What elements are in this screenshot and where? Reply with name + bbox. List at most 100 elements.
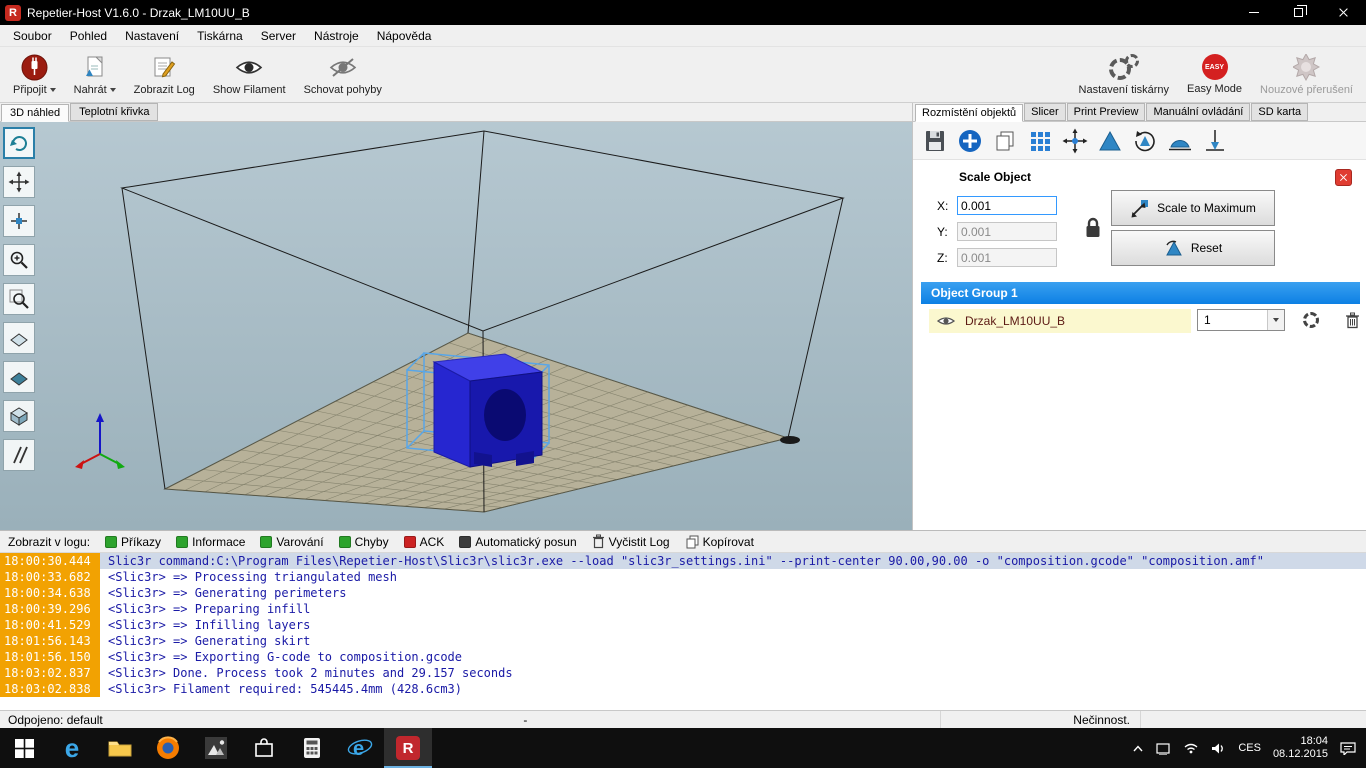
connect-dropdown-icon[interactable] — [50, 88, 56, 92]
selected-object-cell[interactable]: Drzak_LM10UU_B — [929, 309, 1191, 333]
tab-sd-card[interactable]: SD karta — [1251, 103, 1308, 121]
scale-panel-close-button[interactable] — [1335, 169, 1352, 186]
menu-server[interactable]: Server — [252, 25, 305, 46]
log-row[interactable]: 18:00:33.682<Slic3r> => Processing trian… — [0, 569, 1366, 585]
tab-object-placement[interactable]: Rozmístění objektů — [915, 104, 1023, 122]
view-iso-button[interactable] — [3, 361, 35, 393]
zoom-in-button[interactable] — [3, 244, 35, 276]
menu-nastaveni[interactable]: Nastavení — [116, 25, 188, 46]
volume-icon[interactable] — [1211, 742, 1226, 755]
log-row[interactable]: 18:01:56.150<Slic3r> => Exporting G-code… — [0, 649, 1366, 665]
view-front-button[interactable] — [3, 400, 35, 432]
minimize-button[interactable] — [1231, 0, 1276, 25]
filter-ack[interactable]: ACK — [404, 535, 445, 549]
parallel-projection-button[interactable] — [3, 439, 35, 471]
visibility-eye-icon[interactable] — [937, 315, 955, 327]
clock-date: 08.12.2015 — [1273, 748, 1328, 760]
action-center-icon[interactable] — [1340, 741, 1356, 755]
clear-log-button[interactable]: Vyčistit Log — [592, 534, 670, 549]
easy-mode-button[interactable]: EASY Easy Mode — [1178, 47, 1251, 102]
hide-moves-button[interactable]: Schovat pohyby — [295, 47, 391, 102]
taskbar-clock[interactable]: 18:04 08.12.2015 — [1273, 735, 1328, 761]
printer-settings-button[interactable]: Nastavení tiskárny — [1070, 47, 1178, 102]
emergency-stop-button[interactable]: Nouzové přerušení — [1251, 47, 1362, 102]
log-row[interactable]: 18:03:02.837<Slic3r> Done. Process took … — [0, 665, 1366, 681]
lock-aspect-button[interactable] — [1083, 216, 1103, 245]
reset-scale-button[interactable]: Reset — [1111, 230, 1275, 266]
internet-explorer-taskbar-button[interactable]: e — [336, 728, 384, 768]
show-log-button[interactable]: Zobrazit Log — [125, 47, 204, 102]
filter-autoscroll[interactable]: Automatický posun — [459, 535, 576, 549]
tab-manual-control[interactable]: Manuální ovládání — [1146, 103, 1250, 121]
rotate-view-button[interactable] — [3, 127, 35, 159]
tab-temperature-curve[interactable]: Teplotní křivka — [70, 103, 158, 121]
measure-button[interactable] — [1200, 126, 1230, 156]
menu-tiskarna[interactable]: Tiskárna — [188, 25, 252, 46]
add-object-button[interactable] — [955, 126, 985, 156]
calculator-taskbar-button[interactable] — [288, 728, 336, 768]
lay-flat-button[interactable] — [1165, 126, 1195, 156]
object-list-row[interactable]: Drzak_LM10UU_B 1 — [921, 308, 1360, 334]
view-top-button[interactable] — [3, 322, 35, 354]
scale-to-maximum-button[interactable]: Scale to Maximum — [1111, 190, 1275, 226]
filter-warnings[interactable]: Varování — [260, 535, 323, 549]
tab-print-preview[interactable]: Print Preview — [1067, 103, 1146, 121]
start-button[interactable] — [0, 728, 48, 768]
move-object-button[interactable] — [3, 205, 35, 237]
3d-viewport[interactable] — [0, 122, 912, 530]
show-filament-button[interactable]: Show Filament — [204, 47, 295, 102]
file-explorer-taskbar-button[interactable] — [96, 728, 144, 768]
save-button[interactable] — [920, 126, 950, 156]
object-group-header[interactable]: Object Group 1 — [921, 282, 1360, 304]
center-object-button[interactable] — [1060, 126, 1090, 156]
log-row[interactable]: 18:00:30.444Slic3r command:C:\Program Fi… — [0, 553, 1366, 569]
hidden-icons-chevron-icon[interactable] — [1132, 744, 1144, 753]
copy-objects-button[interactable] — [990, 126, 1020, 156]
filter-errors[interactable]: Chyby — [339, 535, 389, 549]
load-dropdown-icon[interactable] — [110, 88, 116, 92]
firefox-taskbar-button[interactable] — [144, 728, 192, 768]
edge-taskbar-button[interactable]: e — [48, 728, 96, 768]
move-view-button[interactable] — [3, 166, 35, 198]
menu-napoveda[interactable]: Nápověda — [368, 25, 441, 46]
scale-y-input[interactable] — [957, 222, 1057, 241]
autoposition-button[interactable] — [1025, 126, 1055, 156]
log-row[interactable]: 18:00:41.529<Slic3r> => Infilling layers — [0, 617, 1366, 633]
language-indicator[interactable]: CES — [1238, 742, 1261, 754]
network-icon[interactable] — [1183, 742, 1199, 754]
object-placement-panel: Scale Object X: Y: Z: — [913, 160, 1366, 529]
close-button[interactable] — [1321, 0, 1366, 25]
filter-commands[interactable]: Příkazy — [105, 535, 161, 549]
menu-pohled[interactable]: Pohled — [61, 25, 116, 46]
firefox-icon — [156, 736, 180, 760]
log-row[interactable]: 18:03:02.838<Slic3r> Filament required: … — [0, 681, 1366, 697]
scale-z-input[interactable] — [957, 248, 1057, 267]
copy-log-button[interactable]: Kopírovat — [685, 534, 754, 549]
log-row[interactable]: 18:00:39.296<Slic3r> => Preparing infill — [0, 601, 1366, 617]
scale-object-button[interactable] — [1095, 126, 1125, 156]
store-taskbar-button[interactable] — [240, 728, 288, 768]
connect-button[interactable]: Připojit — [4, 47, 65, 102]
object-settings-button[interactable] — [1303, 312, 1319, 328]
load-button[interactable]: Nahrát — [65, 47, 125, 102]
window-controls — [1231, 0, 1366, 25]
tab-3d-preview[interactable]: 3D náhled — [1, 104, 69, 122]
log-row[interactable]: 18:00:34.638<Slic3r> => Generating perim… — [0, 585, 1366, 601]
dropdown-chevron-icon[interactable] — [1267, 310, 1284, 330]
scale-z-row: Z: — [937, 248, 1057, 267]
zoom-fit-button[interactable] — [3, 283, 35, 315]
menu-soubor[interactable]: Soubor — [4, 25, 61, 46]
log-row[interactable]: 18:01:56.143<Slic3r> => Generating skirt — [0, 633, 1366, 649]
model-drzak[interactable] — [434, 354, 542, 467]
menu-nastroje[interactable]: Nástroje — [305, 25, 368, 46]
system-tray-icon[interactable] — [1156, 742, 1171, 755]
scale-x-input[interactable] — [957, 196, 1057, 215]
tab-slicer[interactable]: Slicer — [1024, 103, 1066, 121]
copies-dropdown[interactable]: 1 — [1197, 309, 1285, 331]
photos-taskbar-button[interactable] — [192, 728, 240, 768]
repetier-host-taskbar-button[interactable]: R — [384, 728, 432, 768]
filter-info[interactable]: Informace — [176, 535, 245, 549]
rotate-object-button[interactable] — [1130, 126, 1160, 156]
delete-object-button[interactable] — [1345, 312, 1360, 334]
restore-button[interactable] — [1276, 0, 1321, 25]
